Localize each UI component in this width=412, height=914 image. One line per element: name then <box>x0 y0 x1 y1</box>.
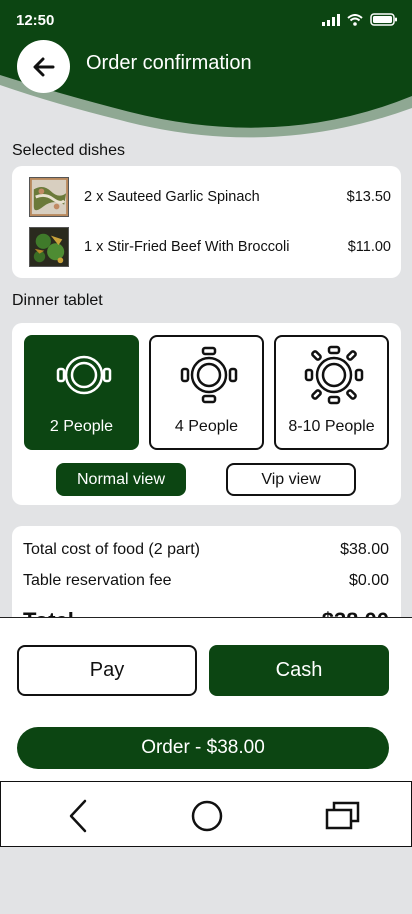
summary-row-value: $38.00 <box>340 541 389 558</box>
summary-row: Total cost of food (2 part) $38.00 <box>23 541 389 559</box>
dish-price: $11.00 <box>347 239 391 255</box>
wifi-icon <box>347 13 363 26</box>
table-8-seat-icon <box>304 345 364 405</box>
table-option-label: 2 People <box>49 418 114 435</box>
dishes-card: 2 x Sauteed Garlic Spinach $13.50 1 x St… <box>12 166 401 278</box>
table-option-2-people[interactable]: 2 People <box>24 335 139 450</box>
page-title: Order confirmation <box>86 52 252 74</box>
dish-row[interactable]: 2 x Sauteed Garlic Spinach $13.50 <box>29 177 391 217</box>
dish-name: 1 x Stir-Fried Beef With Broccoli <box>84 239 290 255</box>
cash-button[interactable]: Cash <box>209 645 389 696</box>
summary-row-label: Table reservation fee <box>23 572 172 589</box>
dish-price: $13.50 <box>346 189 391 205</box>
order-button[interactable]: Order - $38.00 <box>17 727 389 769</box>
status-bar: 12:50 <box>0 0 412 40</box>
back-button[interactable] <box>17 40 70 93</box>
normal-view-button[interactable]: Normal view <box>56 463 186 496</box>
table-2-seat-icon <box>56 355 112 395</box>
nav-back-button[interactable] <box>58 796 98 836</box>
bottom-action-sheet: Pay Cash Order - $38.00 <box>0 617 412 781</box>
battery-icon <box>370 13 397 26</box>
beef-broccoli-dish-image <box>29 227 69 267</box>
home-nav-icon <box>191 800 223 832</box>
recents-nav-icon <box>325 801 360 830</box>
table-option-8-10-people[interactable]: 8-10 People <box>274 335 389 450</box>
dish-name: 2 x Sauteed Garlic Spinach <box>84 189 260 205</box>
back-nav-icon <box>69 799 87 833</box>
status-icons <box>322 13 398 26</box>
summary-row-label: Total cost of food (2 part) <box>23 541 200 558</box>
summary-row-value: $0.00 <box>348 572 389 589</box>
dinner-table-label: Dinner tablet <box>12 292 103 309</box>
table-option-4-people[interactable]: 4 People <box>149 335 264 450</box>
dish-row[interactable]: 1 x Stir-Fried Beef With Broccoli $11.00 <box>29 227 391 267</box>
pay-button[interactable]: Pay <box>17 645 197 696</box>
nav-home-button[interactable] <box>187 796 227 836</box>
nav-recents-button[interactable] <box>323 796 363 836</box>
system-nav-bar <box>0 781 412 847</box>
table-4-seat-icon <box>180 346 238 404</box>
summary-row: Table reservation fee $0.00 <box>23 572 389 590</box>
arrow-left-icon <box>33 57 54 76</box>
signal-icon <box>322 13 340 26</box>
vip-view-button[interactable]: Vip view <box>226 463 356 496</box>
spinach-dish-image <box>29 177 69 217</box>
table-option-label: 8-10 People <box>288 418 375 435</box>
status-time: 12:50 <box>16 12 55 29</box>
dinner-table-card: 2 People 4 People 8-10 People Normal vie… <box>12 323 401 505</box>
table-option-label: 4 People <box>174 418 239 435</box>
